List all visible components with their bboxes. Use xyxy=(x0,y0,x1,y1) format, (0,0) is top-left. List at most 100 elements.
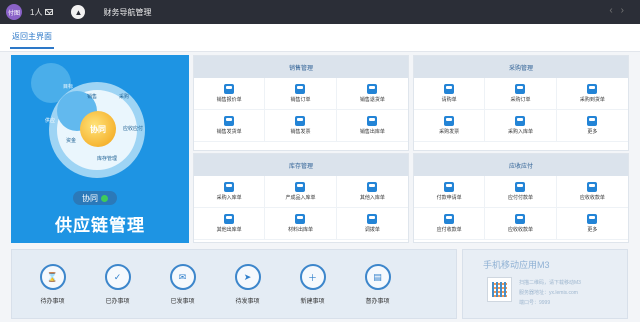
panel-item[interactable]: 销售出库单 xyxy=(336,110,408,142)
user-count-label: 1人 xyxy=(30,7,43,17)
panel-item[interactable]: 更多 xyxy=(556,208,628,240)
document-icon xyxy=(224,182,235,192)
task-sent[interactable]: ✉ 已发事项 xyxy=(160,264,205,305)
panel-item[interactable]: 调拨单 xyxy=(336,208,408,240)
item-label: 采购入库单 xyxy=(216,195,242,201)
task-supervise[interactable]: ▤ 督办事项 xyxy=(355,264,400,305)
panel-item[interactable]: 采购到货单 xyxy=(556,78,628,110)
paper-plane-icon: ➤ xyxy=(234,264,261,290)
document-icon xyxy=(295,182,306,192)
document-icon xyxy=(295,214,306,224)
panel-item[interactable]: 应付收款单 xyxy=(414,208,486,240)
panel-item[interactable]: 销售发票 xyxy=(265,110,337,142)
document-icon xyxy=(367,214,378,224)
tab-scroll-arrows: ‹› xyxy=(609,5,632,16)
panel-item[interactable]: 销售订单 xyxy=(265,78,337,110)
wheel-label: 供应 xyxy=(45,118,56,124)
mobile-app-panel: 手机移动应用M3 扫描二维码，请下载移动M3 服务器地址：yx.lemis.co… xyxy=(462,249,628,319)
item-label: 销售发货单 xyxy=(216,129,242,135)
supply-chain-hero[interactable]: 协同 目标 销售 采购 应收应付 库存管理 资金 供应 协同 供应链管理 xyxy=(11,55,189,243)
task-label: 待发事项 xyxy=(235,299,260,305)
wheel-label: 采购 xyxy=(119,94,130,100)
panel-item[interactable]: 应收收款单 xyxy=(485,208,557,240)
panel-item[interactable]: 采购发票 xyxy=(414,110,486,142)
supervise-icon: ▤ xyxy=(364,264,391,290)
checkmark-icon: ✓ xyxy=(104,264,131,290)
wheel-label: 销售 xyxy=(87,94,98,100)
item-label: 采购发票 xyxy=(439,129,460,135)
mail-icon[interactable] xyxy=(45,9,54,15)
task-label: 待办事项 xyxy=(40,299,65,305)
item-label: 其他出库单 xyxy=(216,227,242,233)
panel-item[interactable]: 材料出库单 xyxy=(265,208,337,240)
panel-title: 销售管理 xyxy=(194,56,408,78)
task-label: 已办事项 xyxy=(105,299,130,305)
document-icon xyxy=(515,116,526,126)
back-to-main-tab[interactable]: 返回主界面 xyxy=(10,31,54,49)
item-label: 更多 xyxy=(587,227,598,233)
panel-item[interactable]: 请购单 xyxy=(414,78,486,110)
navigation-logo-icon[interactable]: ▲ xyxy=(71,5,86,19)
top-bar: 付图 1人 ▲ 财务导航管理 ‹› xyxy=(0,0,640,24)
wheel-label: 库存管理 xyxy=(97,156,118,162)
panel-item[interactable]: 采购入库单 xyxy=(194,176,266,208)
item-label: 应收收款单 xyxy=(579,195,605,201)
item-label: 应付收款单 xyxy=(436,227,462,233)
panel-item[interactable]: 更多 xyxy=(556,110,628,142)
new-document-icon: ＋ xyxy=(299,264,326,290)
item-label: 应收收款单 xyxy=(507,227,533,233)
task-label: 已发事项 xyxy=(170,299,195,305)
document-icon xyxy=(224,84,235,94)
task-done[interactable]: ✓ 已办事项 xyxy=(95,264,140,305)
more-icon xyxy=(587,214,598,224)
avatar[interactable]: 付图 xyxy=(6,4,22,20)
panel-item[interactable]: 其他出库单 xyxy=(194,208,266,240)
item-label: 销售报价单 xyxy=(216,97,242,103)
wheel-label: 资金 xyxy=(66,138,77,144)
panel-item[interactable]: 销售退货单 xyxy=(336,78,408,110)
task-pending[interactable]: ⌛ 待办事项 xyxy=(30,264,75,305)
sales-panel: 销售管理 销售报价单 销售订单 销售退货单 销售发货单 销售发票 销售出库单 xyxy=(193,55,409,151)
item-label: 请购单 xyxy=(441,97,457,103)
panel-item[interactable]: 销售报价单 xyxy=(194,78,266,110)
panel-item[interactable]: 产成品入库单 xyxy=(265,176,337,208)
document-icon xyxy=(444,84,455,94)
more-icon xyxy=(587,116,598,126)
sub-toolbar: 返回主界面 xyxy=(0,24,640,52)
hero-title: 供应链管理 xyxy=(55,216,145,235)
chevron-left-icon[interactable]: ‹ xyxy=(609,5,620,16)
item-label: 销售发票 xyxy=(290,129,311,135)
item-label: 产成品入库单 xyxy=(285,195,316,201)
user-menu[interactable]: 1人 xyxy=(30,7,54,18)
item-label: 销售出库单 xyxy=(359,129,385,135)
task-to-send[interactable]: ➤ 待发事项 xyxy=(225,264,270,305)
document-icon xyxy=(295,84,306,94)
task-label: 新建事项 xyxy=(300,299,325,305)
panel-item[interactable]: 采购入库单 xyxy=(485,110,557,142)
document-icon xyxy=(444,116,455,126)
wallet-icon xyxy=(515,182,526,192)
document-icon xyxy=(587,84,598,94)
server-address: 服务器地址：yx.lemis.com xyxy=(519,290,578,296)
receivable-payable-panel: 应收应付 付款申请单 应付付款单 应收收款单 应付收款单 应收收款单 更多 xyxy=(413,153,629,243)
panel-item[interactable]: 付款申请单 xyxy=(414,176,486,208)
panel-title: 库存管理 xyxy=(194,154,408,176)
task-new[interactable]: ＋ 新建事项 xyxy=(290,264,335,305)
wheel-core: 协同 xyxy=(80,111,116,147)
panel-item[interactable]: 应付付款单 xyxy=(485,176,557,208)
purchase-panel: 采购管理 请购单 采购订单 采购到货单 采购发票 采购入库单 更多 xyxy=(413,55,629,151)
item-label: 销售订单 xyxy=(290,97,311,103)
panel-item[interactable]: 其他入库单 xyxy=(336,176,408,208)
download-hint: 扫描二维码，请下载移动M3 xyxy=(519,280,581,286)
wallet-icon xyxy=(515,214,526,224)
panel-item[interactable]: 采购订单 xyxy=(485,78,557,110)
panel-title: 应收应付 xyxy=(414,154,628,176)
inventory-panel: 库存管理 采购入库单 产成品入库单 其他入库单 其他出库单 材料出库单 调拨单 xyxy=(193,153,409,243)
envelope-icon: ✉ xyxy=(169,264,196,290)
wheel-label: 应收应付 xyxy=(123,126,144,132)
hourglass-icon: ⌛ xyxy=(39,264,66,290)
panel-item[interactable]: 销售发货单 xyxy=(194,110,266,142)
task-label: 督办事项 xyxy=(365,299,390,305)
chevron-right-icon[interactable]: › xyxy=(621,5,632,16)
panel-item[interactable]: 应收收款单 xyxy=(556,176,628,208)
